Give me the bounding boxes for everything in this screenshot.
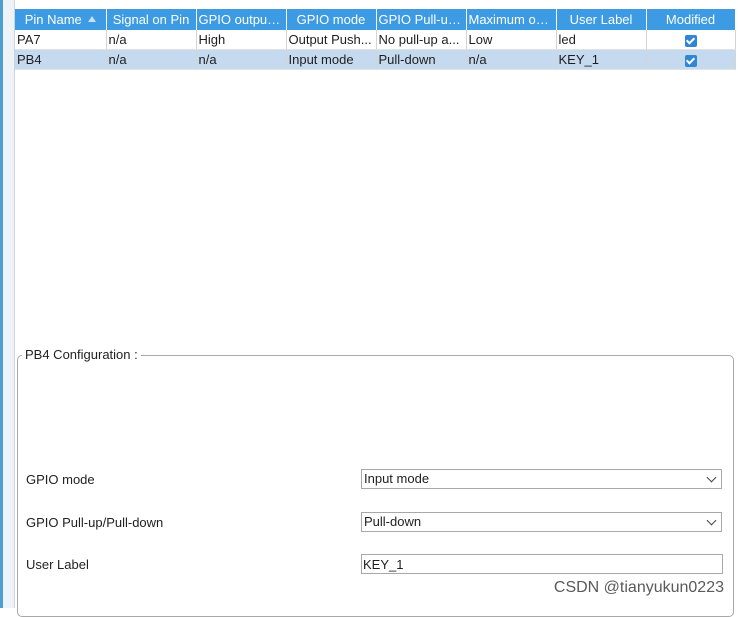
config-title: PB4 Configuration : (22, 347, 141, 362)
col-header-label: Pin Name (24, 12, 82, 27)
cell-pin: PA7 (15, 30, 107, 50)
cell-mode: Input mode (286, 49, 377, 70)
watermark: CSDN @tianyukun0223 (553, 579, 724, 596)
checkbox-checked-icon[interactable] (684, 34, 697, 47)
cell-pull: Pull-down (376, 49, 467, 70)
col-header-modified[interactable]: Modified (646, 9, 736, 30)
col-header-max-speed[interactable]: Maximum ou... (466, 9, 557, 30)
cell-pull: No pull-up a... (376, 30, 467, 50)
sort-up-icon (87, 16, 96, 22)
pull-value: Pull-down (364, 514, 422, 529)
pin-table-area: Pin Name Signal on Pin GPIO output ... G… (15, 9, 736, 339)
user-label-input[interactable] (361, 554, 723, 574)
col-header-user-label[interactable]: User Label (556, 9, 647, 30)
pin-table: Pin Name Signal on Pin GPIO output ... G… (15, 9, 736, 70)
table-row[interactable]: PB4 n/a n/a Input mode Pull-down n/a KEY… (15, 49, 736, 70)
gpio-mode-select[interactable]: Input mode (361, 469, 722, 489)
table-header-row: Pin Name Signal on Pin GPIO output ... G… (15, 9, 736, 30)
cell-pin: PB4 (15, 49, 107, 70)
col-header-pin-name[interactable]: Pin Name (15, 9, 107, 30)
cell-modified (646, 30, 736, 50)
col-header-gpio-output[interactable]: GPIO output ... (196, 9, 287, 30)
cell-label: led (556, 30, 647, 50)
cell-speed: n/a (466, 49, 557, 70)
cell-modified (646, 49, 736, 70)
col-header-signal[interactable]: Signal on Pin (106, 9, 197, 30)
chevron-down-icon (706, 515, 717, 526)
cell-mode: Output Push... (286, 30, 377, 50)
user-label-label: User Label (26, 557, 89, 572)
left-panel-strip (3, 0, 15, 608)
gpio-mode-value: Input mode (364, 471, 430, 486)
chevron-down-icon (706, 472, 717, 483)
cell-speed: Low (466, 30, 557, 50)
col-header-pull[interactable]: GPIO Pull-up... (376, 9, 467, 30)
col-header-gpio-mode[interactable]: GPIO mode (286, 9, 377, 30)
checkbox-checked-icon[interactable] (684, 54, 697, 67)
cell-signal: n/a (106, 49, 197, 70)
cell-output: High (196, 30, 287, 50)
cell-signal: n/a (106, 30, 197, 50)
pull-label: GPIO Pull-up/Pull-down (26, 515, 164, 530)
pull-select[interactable]: Pull-down (361, 512, 722, 532)
cell-output: n/a (196, 49, 287, 70)
gpio-mode-label: GPIO mode (26, 472, 95, 487)
cell-label: KEY_1 (556, 49, 647, 70)
table-row[interactable]: PA7 n/a High Output Push... No pull-up a… (15, 30, 736, 50)
